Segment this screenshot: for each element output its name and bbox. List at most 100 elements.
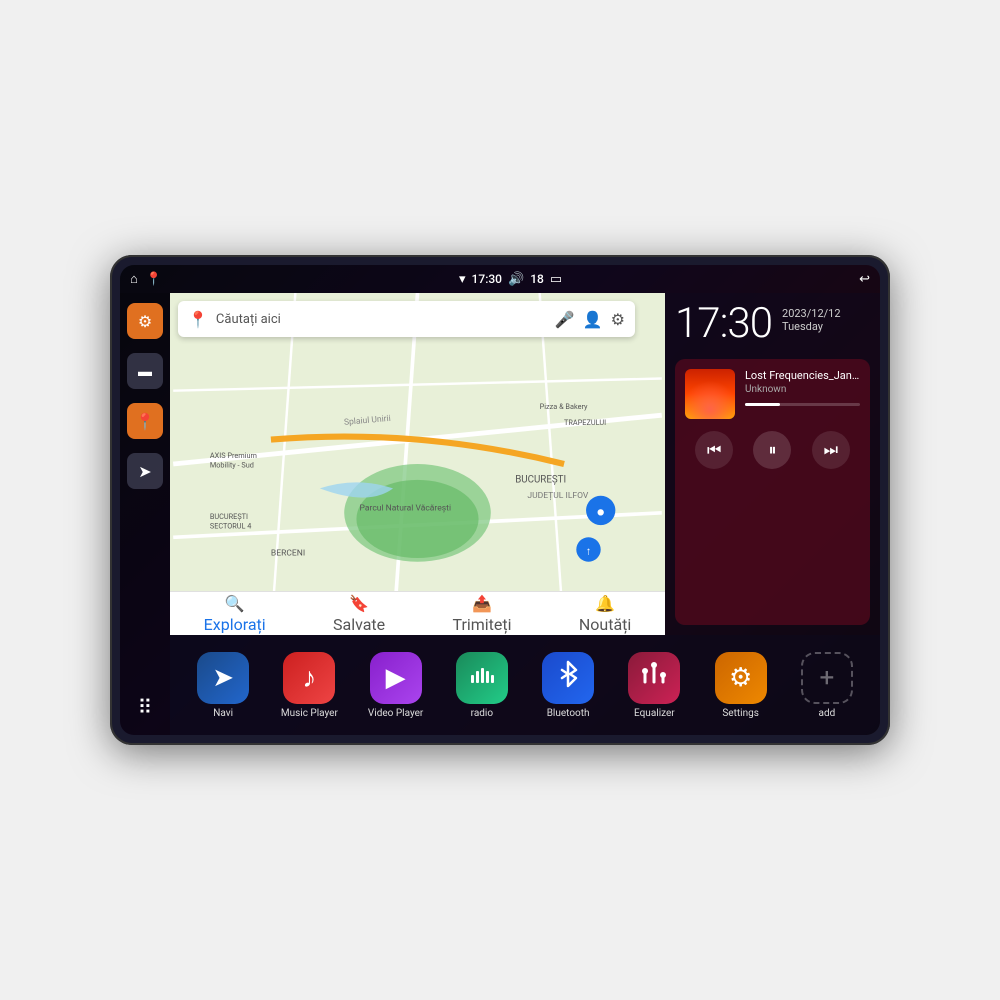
grid-icon: ⠿	[138, 695, 153, 719]
map-search-bar[interactable]: 📍 Căutați aici 🎤 👤 ⚙	[178, 301, 635, 337]
svg-text:TRAPEZULUI: TRAPEZULUI	[564, 418, 606, 427]
music-controls: ⏮ ⏸ ⏭	[685, 431, 860, 469]
svg-text:AXIS Premium: AXIS Premium	[210, 451, 257, 460]
equalizer-label: Equalizer	[634, 708, 675, 719]
video-player-label: Video Player	[368, 708, 423, 719]
album-art-bg	[685, 369, 735, 419]
sidebar-files-btn[interactable]: ▬	[127, 353, 163, 389]
music-title: Lost Frequencies_Janie...	[745, 369, 860, 382]
status-left-icons: ⌂ 📍	[130, 271, 162, 287]
maps-icon[interactable]: 📍	[146, 272, 162, 287]
sidebar: ⚙ ▬ 📍 ➤ ⠿	[120, 293, 170, 735]
app-equalizer[interactable]: Equalizer	[619, 652, 689, 719]
sidebar-nav-btn[interactable]: ➤	[127, 453, 163, 489]
next-track-btn[interactable]: ⏭	[812, 431, 850, 469]
svg-text:Parcul Natural Văcărești: Parcul Natural Văcărești	[360, 503, 452, 513]
add-icon-bg: +	[801, 652, 853, 704]
music-details: Lost Frequencies_Janie... Unknown	[745, 369, 860, 419]
date-text: 2023/12/12	[782, 307, 841, 320]
status-time: 17:30	[472, 272, 502, 286]
gear-icon: ⚙	[138, 312, 152, 331]
home-icon[interactable]: ⌂	[130, 271, 138, 287]
car-head-unit: ⌂ 📍 ▾ 17:30 🔊 18 ▭ ↩ ⚙ ▬	[110, 255, 890, 745]
album-art	[685, 369, 735, 419]
add-icon: +	[819, 663, 834, 693]
map-search-placeholder[interactable]: Căutați aici	[216, 312, 547, 327]
map-explore-btn[interactable]: 🔍 Explorați	[204, 594, 266, 634]
svg-text:JUDEȚUL ILFOV: JUDEȚUL ILFOV	[527, 491, 589, 501]
map-saved-btn[interactable]: 🔖 Salvate	[333, 594, 385, 634]
map-news-btn[interactable]: 🔔 Noutăți	[579, 594, 631, 634]
app-settings[interactable]: ⚙ Settings	[706, 652, 776, 719]
right-panel: 17:30 2023/12/12 Tuesday	[665, 293, 880, 635]
music-progress-bar[interactable]	[745, 403, 860, 406]
app-navi[interactable]: ➤ Navi	[188, 652, 258, 719]
settings-map-icon[interactable]: ⚙	[611, 310, 625, 329]
music-progress-fill	[745, 403, 780, 406]
share-icon: 📤	[472, 594, 492, 613]
svg-text:BUCUREȘTI: BUCUREȘTI	[210, 512, 248, 521]
day-text: Tuesday	[782, 320, 841, 333]
music-player-icon-bg: ♪	[283, 652, 335, 704]
equalizer-icon	[640, 660, 668, 695]
svg-text:↑: ↑	[586, 544, 592, 557]
sidebar-maps-btn[interactable]: 📍	[127, 403, 163, 439]
screen: ⌂ 📍 ▾ 17:30 🔊 18 ▭ ↩ ⚙ ▬	[120, 265, 880, 735]
app-music-player[interactable]: ♪ Music Player	[274, 652, 344, 719]
music-info: Lost Frequencies_Janie... Unknown	[685, 369, 860, 419]
settings-label: Settings	[722, 708, 759, 719]
saved-label: Salvate	[333, 615, 385, 634]
map-panel[interactable]: Splaiul Unirii Parcul Natural Văcărești …	[170, 293, 665, 635]
music-player-widget: Lost Frequencies_Janie... Unknown ⏮	[675, 359, 870, 625]
svg-text:Mobility - Sud: Mobility - Sud	[210, 461, 254, 470]
radio-label: radio	[471, 708, 493, 719]
music-player-label: Music Player	[281, 708, 338, 719]
sidebar-settings-btn[interactable]: ⚙	[127, 303, 163, 339]
settings-gear-icon: ⚙	[729, 663, 752, 693]
radio-wave-icon	[468, 661, 496, 695]
google-maps-icon: 📍	[188, 310, 208, 329]
account-icon[interactable]: 👤	[583, 310, 603, 329]
play-pause-btn[interactable]: ⏸	[753, 431, 791, 469]
app-video-player[interactable]: ▶ Video Player	[361, 652, 431, 719]
wifi-icon: ▾	[459, 272, 466, 287]
mic-icon[interactable]: 🎤	[555, 310, 575, 329]
explore-icon: 🔍	[225, 594, 245, 613]
navi-icon-bg: ➤	[197, 652, 249, 704]
center-area: Splaiul Unirii Parcul Natural Văcărești …	[170, 293, 880, 735]
equalizer-icon-bg	[628, 652, 680, 704]
play-icon: ▶	[386, 663, 406, 693]
app-radio[interactable]: radio	[447, 652, 517, 719]
main-content: ⚙ ▬ 📍 ➤ ⠿	[120, 293, 880, 735]
app-bluetooth[interactable]: Bluetooth	[533, 652, 603, 719]
sidebar-grid-btn[interactable]: ⠿	[127, 689, 163, 725]
news-label: Noutăți	[579, 615, 631, 634]
bluetooth-icon	[556, 660, 580, 695]
prev-track-btn[interactable]: ⏮	[695, 431, 733, 469]
settings-icon-bg: ⚙	[715, 652, 767, 704]
svg-text:Pizza & Bakery: Pizza & Bakery	[540, 402, 588, 411]
app-add[interactable]: + add	[792, 652, 862, 719]
status-bar: ⌂ 📍 ▾ 17:30 🔊 18 ▭ ↩	[120, 265, 880, 293]
svg-text:●: ●	[596, 503, 605, 521]
status-number: 18	[530, 272, 544, 286]
back-icon[interactable]: ↩	[859, 272, 870, 287]
add-label: add	[819, 708, 836, 719]
location-icon: 📍	[135, 412, 155, 431]
music-note-icon: ♪	[302, 661, 316, 694]
bluetooth-icon-bg	[542, 652, 594, 704]
svg-text:SECTORUL 4: SECTORUL 4	[210, 522, 252, 531]
pause-icon: ⏸	[768, 440, 776, 460]
files-icon: ▬	[138, 363, 152, 380]
map-share-btn[interactable]: 📤 Trimiteți	[452, 594, 511, 634]
svg-text:BUCUREȘTI: BUCUREȘTI	[515, 474, 566, 485]
top-panels: Splaiul Unirii Parcul Natural Văcărești …	[170, 293, 880, 635]
radio-icon-bg	[456, 652, 508, 704]
clock-display: 17:30	[675, 303, 772, 345]
navi-icon: ➤	[212, 663, 234, 693]
video-player-icon-bg: ▶	[370, 652, 422, 704]
app-grid-bar: ➤ Navi ♪ Music Player ▶ V	[170, 635, 880, 735]
saved-icon: 🔖	[349, 594, 369, 613]
navigation-icon: ➤	[138, 462, 151, 481]
bluetooth-label: Bluetooth	[547, 708, 590, 719]
